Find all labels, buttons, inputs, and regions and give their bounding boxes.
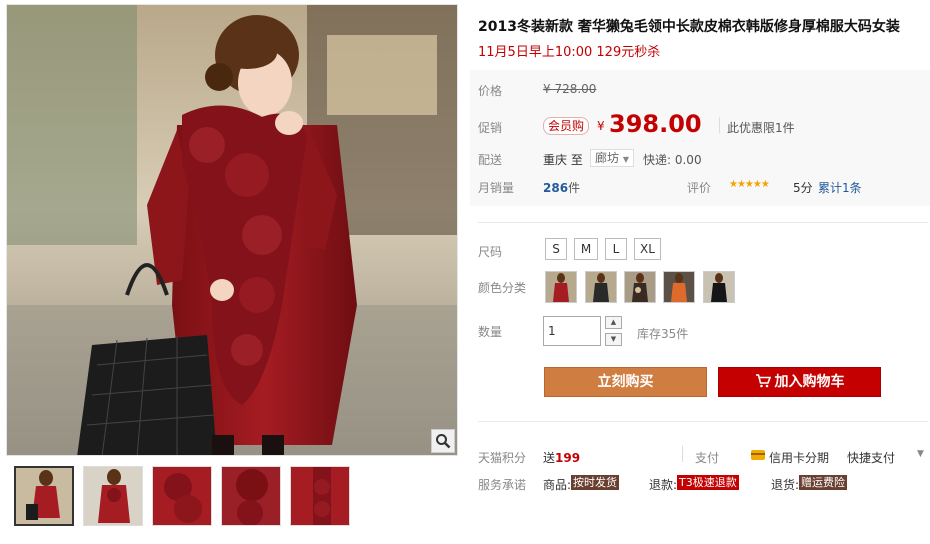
- divider: [719, 117, 720, 133]
- monthly-sales-label: 月销量: [478, 181, 515, 195]
- credit-card-icon: [751, 450, 765, 460]
- color-swatch-1[interactable]: [545, 271, 577, 303]
- fast-refund-badge[interactable]: T3极速退款: [677, 475, 739, 490]
- add-to-cart-label: 加入购物车: [774, 374, 845, 390]
- review-count-link[interactable]: 累计1条: [818, 179, 862, 196]
- add-to-cart-button[interactable]: 加入购物车: [718, 367, 881, 397]
- thumbnail-strip: [14, 466, 350, 526]
- installment-option[interactable]: 信用卡分期: [769, 449, 829, 466]
- shipping-label: 配送: [478, 153, 503, 167]
- flash-sale-notice: 11月5日早上10:00 129元秒杀: [478, 45, 661, 60]
- magnifier-icon: [436, 434, 451, 449]
- payment-label: 支付: [695, 451, 720, 465]
- size-option-m[interactable]: M: [574, 238, 598, 260]
- thumbnail-4[interactable]: [221, 466, 281, 526]
- color-label: 颜色分类: [478, 281, 527, 295]
- chevron-down-icon: ▼: [622, 155, 629, 164]
- promo-label: 促销: [478, 121, 503, 135]
- quick-pay-option[interactable]: 快捷支付: [847, 449, 895, 466]
- original-price: ¥ 728.00: [543, 82, 597, 96]
- on-time-delivery-badge[interactable]: 按时发货: [571, 475, 619, 490]
- thumbnail-2[interactable]: [83, 466, 143, 526]
- shopping-cart-icon: [755, 374, 771, 388]
- limit-notice: 此优惠限1件: [727, 121, 795, 135]
- monthly-sales: 286件: [543, 179, 580, 196]
- sales-count: 286: [543, 181, 569, 195]
- shipping-fee: 快递: 0.00: [643, 153, 702, 167]
- thumbnail-3[interactable]: [152, 466, 212, 526]
- points-prefix: 送: [543, 451, 556, 465]
- current-price: 398.00: [609, 110, 702, 138]
- product-title: 2013冬装新款 奢华獭兔毛领中长款皮棉衣韩版修身厚棉服大码女装: [478, 19, 900, 35]
- sales-unit: 件: [568, 181, 581, 195]
- return-label: 退货:: [771, 478, 800, 492]
- shipping-insurance-badge[interactable]: 赠运费险: [799, 475, 847, 490]
- color-swatch-3[interactable]: [624, 271, 656, 303]
- size-option-l[interactable]: L: [605, 238, 627, 260]
- product-photo: [7, 5, 457, 455]
- thumbnail-1[interactable]: [14, 466, 74, 526]
- points-amount: 199: [555, 451, 581, 465]
- zoom-button[interactable]: [431, 429, 455, 453]
- destination-value: 廊坊: [595, 151, 620, 165]
- size-option-s[interactable]: S: [545, 238, 567, 260]
- refund-label: 退款:: [649, 478, 678, 492]
- divider: [478, 421, 928, 422]
- quantity-label: 数量: [478, 325, 503, 339]
- goods-label: 商品:: [543, 478, 572, 492]
- quantity-increase-button[interactable]: ▲: [605, 316, 622, 329]
- divider: [682, 446, 683, 462]
- color-swatch-2[interactable]: [585, 271, 617, 303]
- currency-symbol: ¥: [597, 119, 605, 133]
- review-label: 评价: [687, 181, 712, 195]
- rating-score: 5分: [793, 181, 813, 195]
- size-label: 尺码: [478, 245, 503, 259]
- color-swatch-5[interactable]: [703, 271, 735, 303]
- price-label: 价格: [478, 84, 503, 98]
- service-label: 服务承诺: [478, 478, 527, 492]
- color-swatch-4[interactable]: [663, 271, 695, 303]
- thumbnail-5[interactable]: [290, 466, 350, 526]
- chevron-down-icon[interactable]: ▼: [917, 449, 924, 459]
- points-label: 天猫积分: [478, 451, 527, 465]
- quantity-decrease-button[interactable]: ▼: [605, 333, 622, 346]
- member-badge: 会员购: [543, 117, 590, 135]
- divider: [478, 222, 928, 223]
- buy-now-button[interactable]: 立刻购买: [544, 367, 707, 397]
- points-value: 送199: [543, 449, 580, 466]
- stock-count: 库存35件: [637, 327, 689, 341]
- size-option-xl[interactable]: XL: [634, 238, 661, 260]
- shipping-origin: 重庆 至: [543, 153, 583, 167]
- rating-stars-icon: ★★★★★: [729, 179, 770, 190]
- quantity-input[interactable]: 1: [543, 316, 601, 346]
- destination-select[interactable]: 廊坊 ▼: [590, 149, 634, 167]
- main-product-image[interactable]: [6, 4, 458, 456]
